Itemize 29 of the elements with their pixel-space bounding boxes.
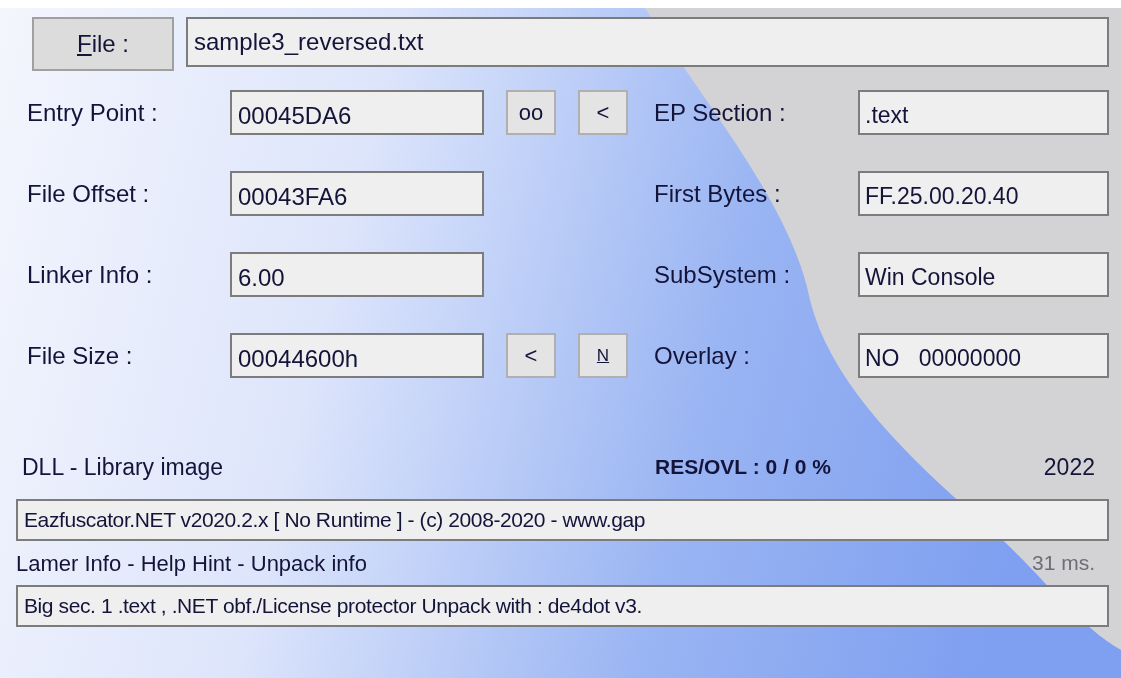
value-field[interactable]: NO 00000000 [858, 333, 1109, 378]
field-label: Linker Info : [27, 259, 154, 290]
value-field[interactable]: 00043FA6 [230, 171, 484, 216]
field-label: Overlay : [654, 340, 752, 371]
tool-button[interactable]: oo [506, 90, 556, 135]
tool-button[interactable]: < [506, 333, 556, 378]
unpack-hint-field: Big sec. 1 .text , .NET obf./License protector Unpack with : de4dot v3. [16, 585, 1109, 627]
value-field[interactable]: 00045DA6 [230, 90, 484, 135]
field-label: EP Section : [654, 97, 787, 128]
tool-button[interactable]: N [578, 333, 628, 378]
info-links[interactable]: Lamer Info - Help Hint - Unpack info [16, 546, 367, 580]
file-button[interactable]: File : [32, 17, 174, 71]
field-label: First Bytes : [654, 178, 782, 209]
field-label: SubSystem : [654, 259, 792, 290]
value-field[interactable]: 6.00 [230, 252, 484, 297]
field-label: File Offset : [27, 178, 151, 209]
value-field[interactable]: FF.25.00.20.40 [858, 171, 1109, 216]
resource-overlay-ratio: RES/OVL : 0 / 0 % [655, 454, 832, 481]
value-field[interactable]: .text [858, 90, 1109, 135]
file-name-field[interactable]: sample3_reversed.txt [186, 17, 1109, 67]
image-type-text: DLL - Library image [22, 452, 225, 482]
field-label: File Size : [27, 340, 134, 371]
year-text: 2022 [1043, 452, 1095, 482]
value-field[interactable]: 00044600h [230, 333, 484, 378]
detection-result-field: Eazfuscator.NET v2020.2.x [ No Runtime ] - (c) 2008-2020 - www.gap [16, 499, 1109, 541]
field-label: Entry Point : [27, 97, 159, 128]
tool-button[interactable]: < [578, 90, 628, 135]
value-field[interactable]: Win Console [858, 252, 1109, 297]
scan-time-text: 31 ms. [1031, 550, 1095, 577]
